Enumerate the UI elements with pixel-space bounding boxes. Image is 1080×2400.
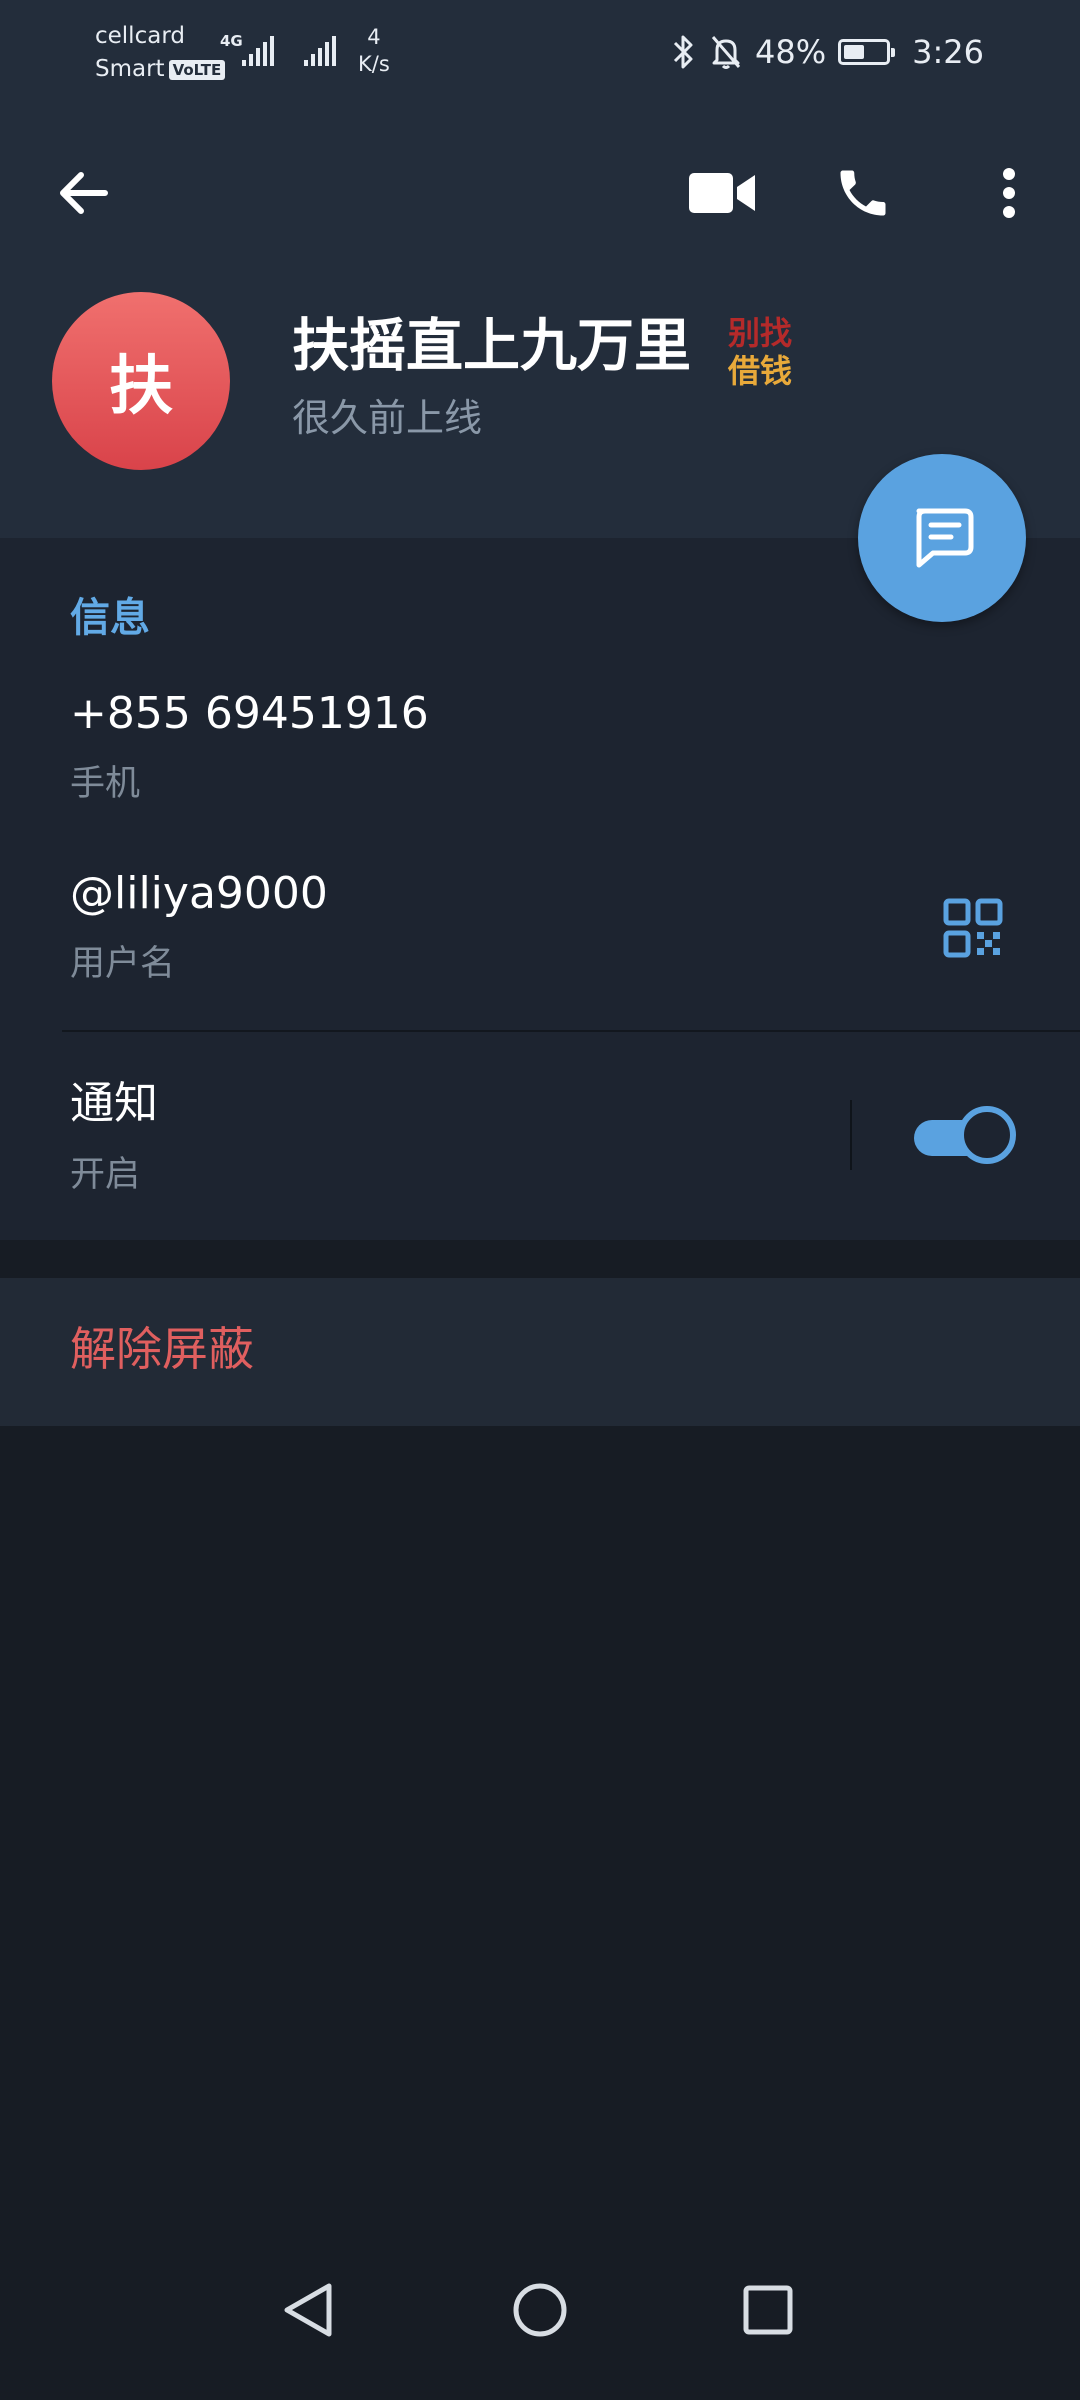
network-type: 4G	[220, 32, 243, 50]
row-divider	[62, 1030, 1080, 1032]
nav-home-button[interactable]	[500, 2270, 580, 2350]
system-navigation-bar	[0, 2250, 1080, 2400]
voice-call-button[interactable]	[820, 150, 906, 236]
volte-badge: VoLTE	[168, 59, 226, 80]
video-camera-icon	[689, 173, 755, 213]
notifications-label[interactable]: 通知	[70, 1074, 158, 1134]
square-recents-icon	[743, 2285, 793, 2335]
triangle-back-icon	[284, 2283, 332, 2337]
contact-name: 扶摇直上九万里	[292, 313, 691, 379]
more-options-button[interactable]	[966, 150, 1052, 236]
back-button[interactable]	[40, 150, 126, 236]
carrier-sub: Smart	[95, 56, 165, 82]
battery-icon	[838, 39, 896, 65]
unblock-button[interactable]: 解除屏蔽	[70, 1318, 254, 1380]
sticker-text-1: 别找	[728, 314, 793, 352]
username-label: 用户名	[70, 944, 176, 984]
message-icon	[916, 508, 974, 568]
carrier-info: cellcard Smart VoLTE	[95, 20, 226, 86]
avatar-letter: 扶	[109, 350, 173, 424]
net-speed: 4 K/s	[358, 25, 390, 76]
notifications-toggle[interactable]	[914, 1106, 1016, 1166]
mute-bell-icon	[711, 36, 741, 69]
circle-home-icon	[513, 2283, 567, 2337]
send-message-button[interactable]	[858, 454, 1026, 622]
signal-4g-icon: 4G	[220, 32, 274, 66]
username[interactable]: @liliya9000	[70, 864, 328, 924]
bluetooth-icon	[673, 35, 693, 69]
carrier-name: cellcard	[95, 23, 185, 49]
arrow-left-icon	[60, 172, 108, 214]
avatar[interactable]: 扶	[52, 292, 230, 470]
qr-code-button[interactable]	[930, 890, 1016, 966]
more-vertical-icon	[1003, 168, 1015, 218]
status-bar: cellcard Smart VoLTE 4G 4 K/s 48% 3:26	[0, 0, 1080, 104]
nav-back-button[interactable]	[268, 2270, 348, 2350]
last-seen-status: 很久前上线	[292, 396, 483, 440]
phone-label: 手机	[70, 764, 141, 804]
battery-percent: 48%	[755, 33, 827, 71]
notifications-state: 开启	[70, 1155, 141, 1195]
section-title-info: 信息	[70, 595, 150, 641]
sticker-text-2: 借钱	[728, 352, 793, 390]
phone-number[interactable]: +855 69451916	[70, 684, 429, 744]
phone-icon	[840, 170, 886, 216]
clock: 3:26	[912, 33, 984, 71]
toggle-separator	[850, 1100, 852, 1170]
emoji-status-sticker[interactable]: 别找 借钱	[728, 314, 808, 396]
nav-recents-button[interactable]	[728, 2270, 808, 2350]
qr-code-icon	[943, 898, 1003, 958]
video-call-button[interactable]	[676, 150, 768, 236]
signal-icon	[304, 36, 336, 66]
